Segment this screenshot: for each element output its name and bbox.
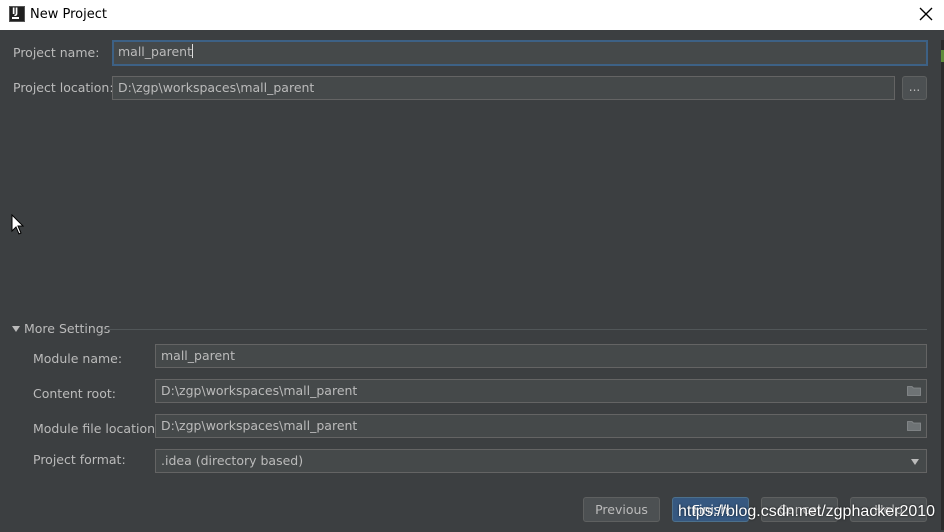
project-location-input[interactable]: D:\zgp\workspaces\mall_parent: [112, 76, 895, 100]
project-location-value: D:\zgp\workspaces\mall_parent: [118, 80, 315, 95]
mouse-pointer-icon: [11, 214, 25, 235]
browse-location-button[interactable]: ...: [902, 76, 927, 100]
module-file-location-label: Module file location:: [33, 421, 160, 436]
triangle-down-icon: [12, 326, 20, 332]
module-name-input[interactable]: mall_parent: [155, 344, 927, 368]
more-settings-label: More Settings: [24, 321, 111, 336]
previous-button[interactable]: Previous: [583, 497, 660, 522]
project-location-label: Project location:: [13, 80, 114, 95]
more-settings-toggle[interactable]: More Settings: [12, 321, 110, 336]
content-root-input[interactable]: D:\zgp\workspaces\mall_parent: [155, 379, 927, 403]
project-name-input[interactable]: mall_parent: [112, 40, 928, 66]
section-divider: [104, 329, 927, 330]
project-format-value: .idea (directory based): [161, 453, 304, 468]
text-caret: [192, 44, 194, 58]
content-root-value: D:\zgp\workspaces\mall_parent: [161, 383, 358, 398]
intellij-icon: [9, 6, 25, 22]
project-format-label: Project format:: [33, 452, 126, 467]
chevron-down-icon: [911, 459, 919, 465]
close-icon[interactable]: [918, 6, 934, 22]
module-file-location-value: D:\zgp\workspaces\mall_parent: [161, 418, 358, 433]
module-file-location-input[interactable]: D:\zgp\workspaces\mall_parent: [155, 414, 927, 438]
window-title: New Project: [30, 7, 107, 22]
project-name-value: mall_parent: [118, 44, 193, 59]
module-name-value: mall_parent: [161, 348, 236, 363]
content-root-label: Content root:: [33, 386, 116, 401]
watermark-text: https://blog.csdn.net/zgphacker2010: [678, 503, 936, 520]
project-format-select[interactable]: .idea (directory based): [155, 449, 927, 473]
title-bar: New Project: [0, 0, 944, 30]
folder-icon[interactable]: [907, 420, 921, 431]
module-name-label: Module name:: [33, 351, 123, 366]
folder-icon[interactable]: [907, 385, 921, 396]
project-name-label: Project name:: [13, 45, 100, 60]
